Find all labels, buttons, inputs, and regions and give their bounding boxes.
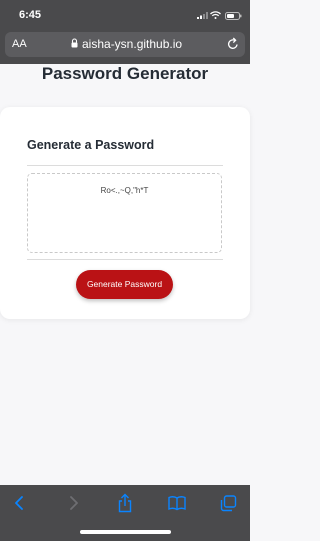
password-value: Ro<.,~Q,"h*T	[100, 186, 149, 195]
tabs-icon[interactable]	[220, 495, 237, 512]
status-bar: 6:45	[0, 0, 250, 30]
browser-top-chrome: 6:45 AA aisha-ysn.github.io	[0, 0, 250, 64]
url-text[interactable]: aisha-ysn.github.io	[82, 37, 182, 51]
home-indicator	[80, 530, 171, 534]
footer-divider	[27, 259, 223, 260]
wifi-icon	[210, 11, 221, 19]
share-icon[interactable]	[117, 493, 133, 513]
address-bar[interactable]: AA aisha-ysn.github.io	[5, 32, 245, 57]
page-title: Password Generator	[41, 64, 209, 83]
status-time: 6:45	[19, 9, 42, 21]
reload-icon[interactable]	[227, 37, 239, 50]
card-heading: Generate a Password	[27, 138, 155, 152]
back-icon[interactable]	[13, 495, 27, 511]
generator-card: Generate a Password Ro<.,~Q,"h*T Generat…	[0, 107, 250, 319]
header-divider	[27, 165, 223, 166]
cellular-signal-icon	[197, 12, 208, 19]
battery-icon	[225, 12, 242, 20]
password-textarea[interactable]: Ro<.,~Q,"h*T	[27, 173, 222, 253]
bookmarks-icon[interactable]	[168, 495, 186, 511]
lock-icon	[71, 38, 78, 48]
forward-icon[interactable]	[66, 495, 80, 511]
text-size-button[interactable]: AA	[12, 38, 27, 50]
generate-password-button[interactable]: Generate Password	[76, 270, 173, 299]
browser-toolbar	[0, 485, 250, 541]
